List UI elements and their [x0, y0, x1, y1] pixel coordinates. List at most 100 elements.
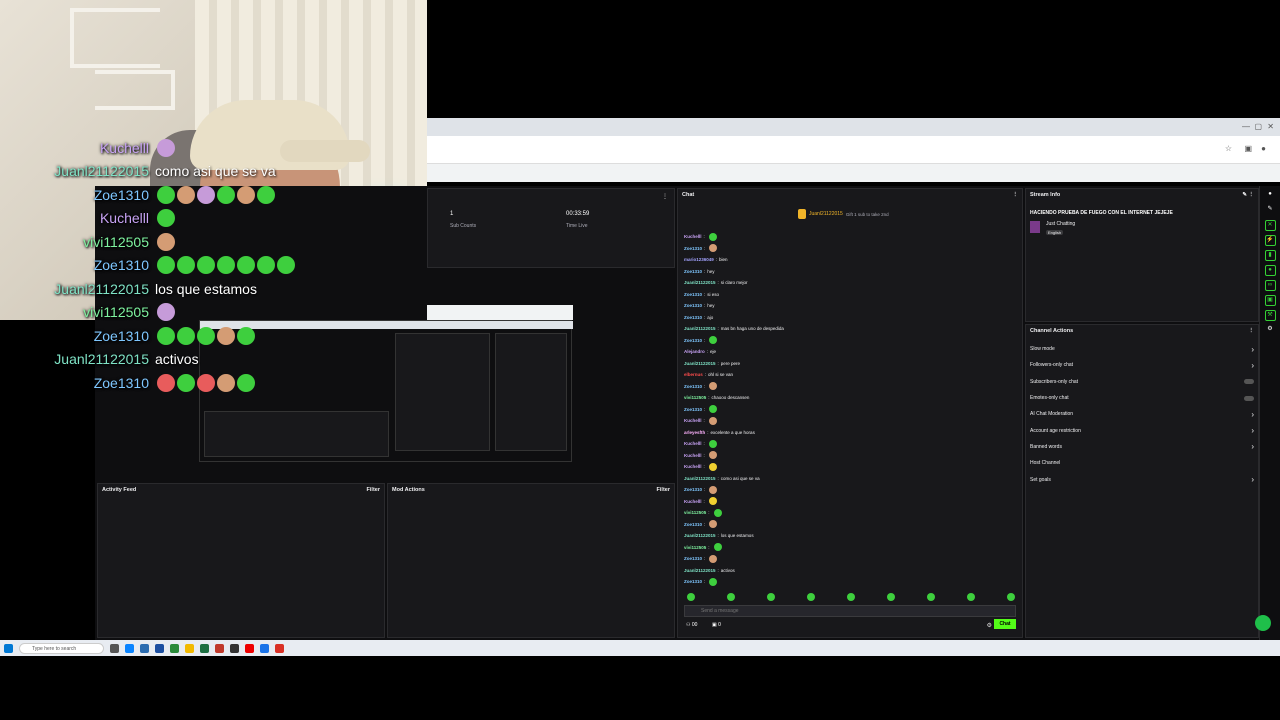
chat-username[interactable]: Zoe1310 — [684, 246, 702, 251]
emote-icon[interactable] — [887, 593, 895, 601]
app-icon[interactable] — [155, 643, 164, 653]
excel-icon[interactable] — [200, 643, 209, 653]
channel-action-item[interactable]: AI Chat Moderation › — [1026, 406, 1258, 422]
chat-username[interactable]: Zoe1310 — [684, 303, 702, 308]
floating-help-button[interactable] — [1255, 615, 1271, 631]
activity-feed-filter[interactable]: Filter — [367, 487, 380, 493]
chevron-right-icon: › — [1251, 360, 1254, 370]
chat-username[interactable]: Zoe1310 — [684, 384, 702, 389]
channel-action-item[interactable]: Host Channel — [1026, 455, 1258, 471]
link-icon[interactable]: ∞ — [1264, 280, 1276, 291]
emote-icon[interactable] — [687, 593, 695, 601]
toggle-switch[interactable] — [1244, 379, 1254, 385]
chat-username[interactable]: Zoe1310 — [684, 407, 702, 412]
chat-username[interactable]: Kuchelll — [684, 499, 702, 504]
chat-username[interactable]: vivi112505 — [684, 510, 706, 515]
chat-username[interactable]: Zoe1310 — [684, 556, 702, 561]
chat-username[interactable]: Zoe1310 — [684, 269, 702, 274]
clear-chat-icon[interactable]: ✕ — [1264, 220, 1276, 231]
send-chat-button[interactable]: Chat — [994, 619, 1016, 629]
emote-icon[interactable] — [847, 593, 855, 601]
emote-icon — [217, 373, 235, 392]
shield-icon[interactable]: ▣ — [1264, 295, 1276, 306]
chat-username[interactable]: Juanl21122015 — [684, 568, 716, 573]
edit-icon[interactable]: ✎ — [1265, 205, 1276, 216]
windows-start-icon[interactable] — [4, 643, 13, 653]
gear-icon[interactable]: ⚙ — [1265, 325, 1276, 336]
bookmark-icon[interactable]: ☆ — [1225, 144, 1232, 153]
emote-icon[interactable] — [927, 593, 935, 601]
chat-username[interactable]: Zoe1310 — [684, 315, 702, 320]
lightning-icon[interactable]: ⚡ — [1264, 235, 1276, 246]
profile-icon[interactable]: ● — [1261, 144, 1266, 153]
settings-icon[interactable]: ⚙ — [987, 622, 992, 629]
channel-action-item[interactable]: Account age restriction › — [1026, 422, 1258, 438]
chat-username[interactable]: Zoe1310 — [684, 579, 702, 584]
chat-username[interactable]: Juanl21122015 — [684, 361, 716, 366]
chat-username[interactable]: Kuchelll — [684, 234, 702, 239]
maximize-icon[interactable]: ▢ — [1254, 122, 1262, 131]
app-icon[interactable] — [170, 643, 179, 653]
chat-username[interactable]: mario1236049 — [684, 257, 714, 262]
chat-username[interactable]: vivi112505 — [684, 545, 706, 550]
emote-icon[interactable] — [767, 593, 775, 601]
wrench-icon[interactable]: ⚒ — [1264, 310, 1276, 321]
chat-username[interactable]: Juanl21122015 — [684, 476, 716, 481]
chat-username[interactable]: Kuchelll — [684, 441, 702, 446]
mod-actions-filter[interactable]: Filter — [657, 487, 670, 493]
minimize-icon[interactable]: — — [1242, 122, 1250, 131]
emote-icon[interactable] — [727, 593, 735, 601]
chrome-icon[interactable] — [185, 643, 194, 653]
channel-action-item[interactable]: Set goals › — [1026, 471, 1258, 487]
task-view-icon[interactable] — [110, 643, 119, 653]
chat-username[interactable]: elbernus — [684, 372, 703, 377]
overlay-chat-message: activos — [155, 351, 199, 367]
taskbar-search[interactable]: Type here to search — [19, 642, 104, 654]
chat-input[interactable] — [684, 605, 1016, 617]
chat-username[interactable]: Juanl21122015 — [684, 533, 716, 538]
clip-icon[interactable]: ▮ — [1264, 250, 1276, 261]
chat-username[interactable]: Alejandro — [684, 349, 705, 354]
chat-username[interactable]: Kuchelll — [684, 464, 702, 469]
chat-username[interactable]: Kuchelll — [684, 453, 702, 458]
channel-action-item[interactable]: Emotes-only chat — [1026, 390, 1258, 406]
toggle-switch[interactable] — [1244, 395, 1254, 401]
language-tag[interactable]: English — [1046, 230, 1064, 235]
more-icon[interactable]: ⋮ — [1249, 328, 1255, 334]
app-icon[interactable] — [215, 643, 224, 653]
channel-action-item[interactable]: Banned words › — [1026, 439, 1258, 455]
chat-message: Juanl21122015: los que estamos — [684, 530, 1014, 542]
chrome-icon[interactable] — [275, 643, 284, 653]
more-icon[interactable]: ⋮ — [1013, 192, 1019, 198]
chat-username[interactable]: Juanl21122015 — [684, 326, 716, 331]
chat-username[interactable]: Zoe1310 — [684, 522, 702, 527]
emote-icon[interactable] — [1007, 593, 1015, 601]
youtube-icon[interactable] — [245, 643, 254, 653]
chat-username[interactable]: arleyesfth — [684, 430, 705, 435]
channel-action-item[interactable]: Slow mode › — [1026, 341, 1258, 357]
chat-username[interactable]: vivi112505 — [684, 395, 706, 400]
colon: : — [708, 395, 710, 401]
chat-username[interactable]: Juanl21122015 — [684, 280, 716, 285]
channel-action-item[interactable]: Subscribers-only chat — [1026, 374, 1258, 390]
help-icon[interactable]: ● — [1265, 190, 1276, 201]
emote-icon[interactable] — [967, 593, 975, 601]
edge-icon[interactable] — [125, 643, 134, 653]
address-bar[interactable]: ● ▣ ☆ — [427, 136, 1280, 164]
colon: : — [704, 383, 706, 389]
chat-username[interactable]: Zoe1310 — [684, 292, 702, 297]
more-icon[interactable]: ⋮ — [662, 193, 668, 200]
chat-username[interactable]: Kuchelll — [684, 418, 702, 423]
obs-icon[interactable] — [230, 643, 239, 653]
chat-bubble-icon[interactable]: ● — [1264, 265, 1276, 276]
extensions-icon[interactable]: ▣ — [1244, 144, 1252, 153]
edit-icon[interactable]: ✎ ⋮ — [1242, 192, 1254, 198]
chat-username[interactable]: Zoe1310 — [684, 487, 702, 492]
chat-username[interactable]: Zoe1310 — [684, 338, 702, 343]
channel-action-item[interactable]: Followers-only chat › — [1026, 357, 1258, 373]
emote-icon[interactable] — [807, 593, 815, 601]
close-icon[interactable]: ✕ — [1267, 122, 1274, 131]
mod-actions-panel: Mod Actions Filter — [387, 483, 675, 638]
app-icon[interactable] — [260, 643, 269, 653]
app-icon[interactable] — [140, 643, 149, 653]
